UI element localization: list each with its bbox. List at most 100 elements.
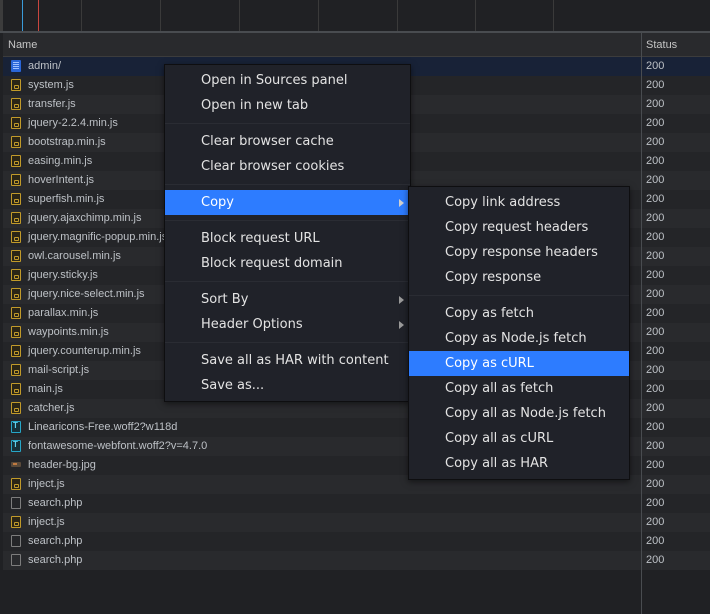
menu-item-sort-by[interactable]: Sort By [165,287,410,312]
menu-item-label: Open in Sources panel [201,73,348,88]
submenu-item-copy-as-curl[interactable]: Copy as cURL [409,351,629,376]
submenu-item-copy-response-headers[interactable]: Copy response headers [409,240,629,265]
image-icon [11,462,21,467]
request-name: main.js [28,383,63,395]
menu-item-label: Copy link address [445,195,561,210]
network-overview-timeline[interactable] [0,0,710,31]
request-status: 200 [646,497,665,509]
request-name: jquery-2.2.4.min.js [28,117,118,129]
menu-separator [165,118,410,129]
request-status: 200 [646,516,665,528]
request-name: mail-script.js [28,364,90,376]
request-name: admin/ [28,60,62,72]
script-icon [11,383,21,395]
submenu-item-copy-all-as-har[interactable]: Copy all as HAR [409,451,629,476]
script-icon [11,98,21,110]
request-name: jquery.counterup.min.js [28,345,141,357]
menu-item-label: Block request URL [201,231,320,246]
request-status: 200 [646,231,665,243]
submenu-item-copy-all-as-node-js-fetch[interactable]: Copy all as Node.js fetch [409,401,629,426]
table-row[interactable]: search.php 200 [3,532,710,551]
menu-item-header-options[interactable]: Header Options [165,312,410,337]
timeline-gridline [239,0,240,31]
request-status: 200 [646,307,665,319]
timeline-gridline [81,0,82,31]
request-status: 200 [646,535,665,547]
menu-item-save-all-as-har-with-content[interactable]: Save all as HAR with content [165,348,410,373]
request-status: 200 [646,402,665,414]
request-name: search.php [28,497,83,509]
column-header-status[interactable]: Status [646,33,677,57]
script-icon [11,478,21,490]
script-icon [11,516,21,528]
timeline-gridline [397,0,398,31]
column-header-name[interactable]: Name [8,33,37,57]
request-status: 200 [646,459,665,471]
request-status: 200 [646,79,665,91]
script-icon [11,269,21,281]
request-name: header-bg.jpg [28,459,96,471]
timeline-gridline [318,0,319,31]
script-icon [11,345,21,357]
copy-submenu: Copy link address Copy request headers Cop… [408,186,630,480]
submenu-item-copy-all-as-curl[interactable]: Copy all as cURL [409,426,629,451]
request-name: jquery.nice-select.min.js [28,288,145,300]
request-status: 200 [646,326,665,338]
request-name: transfer.js [28,98,76,110]
submenu-item-copy-as-node-js-fetch[interactable]: Copy as Node.js fetch [409,326,629,351]
submenu-item-copy-request-headers[interactable]: Copy request headers [409,215,629,240]
request-name: inject.js [28,478,65,490]
menu-item-label: Save all as HAR with content [201,353,389,368]
request-status: 200 [646,440,665,452]
script-icon [11,364,21,376]
table-row[interactable]: inject.js 200 [3,513,710,532]
timeline-gridline [160,0,161,31]
request-status: 200 [646,345,665,357]
menu-item-block-request-domain[interactable]: Block request domain [165,251,410,276]
menu-separator [165,179,410,190]
submenu-item-copy-link-address[interactable]: Copy link address [409,190,629,215]
menu-item-copy[interactable]: Copy [165,190,410,215]
table-row[interactable]: search.php 200 [3,494,710,513]
menu-item-clear-browser-cookies[interactable]: Clear browser cookies [165,154,410,179]
menu-item-save-as[interactable]: Save as... [165,373,410,398]
font-icon [11,440,21,452]
submenu-item-copy-all-as-fetch[interactable]: Copy all as fetch [409,376,629,401]
request-name: bootstrap.min.js [28,136,106,148]
request-status: 200 [646,117,665,129]
request-name: parallax.min.js [28,307,99,319]
request-status: 200 [646,193,665,205]
menu-separator [165,276,410,287]
submenu-item-copy-response[interactable]: Copy response [409,265,629,290]
submenu-arrow-icon [399,321,404,329]
menu-item-label: Block request domain [201,256,343,271]
column-divider[interactable] [641,33,642,614]
request-name: waypoints.min.js [28,326,109,338]
submenu-item-copy-as-fetch[interactable]: Copy as fetch [409,301,629,326]
document-icon [11,60,21,72]
file-icon [11,554,21,566]
menu-item-label: Open in new tab [201,98,309,113]
script-icon [11,307,21,319]
request-status: 200 [646,269,665,281]
script-icon [11,288,21,300]
table-row[interactable]: search.php 200 [3,551,710,570]
load-event-marker [38,0,39,31]
menu-item-label: Copy all as fetch [445,381,554,396]
request-status: 200 [646,155,665,167]
menu-item-label: Copy response [445,270,542,285]
request-status: 200 [646,212,665,224]
menu-item-clear-browser-cache[interactable]: Clear browser cache [165,129,410,154]
menu-item-open-in-new-tab[interactable]: Open in new tab [165,93,410,118]
request-name: jquery.sticky.js [28,269,98,281]
script-icon [11,136,21,148]
font-icon [11,421,21,433]
request-name: easing.min.js [28,155,93,167]
menu-item-open-in-sources-panel[interactable]: Open in Sources panel [165,68,410,93]
menu-item-block-request-url[interactable]: Block request URL [165,226,410,251]
request-status: 200 [646,421,665,433]
request-status: 200 [646,60,665,72]
request-status: 200 [646,554,665,566]
menu-item-label: Clear browser cookies [201,159,345,174]
menu-separator [165,215,410,226]
